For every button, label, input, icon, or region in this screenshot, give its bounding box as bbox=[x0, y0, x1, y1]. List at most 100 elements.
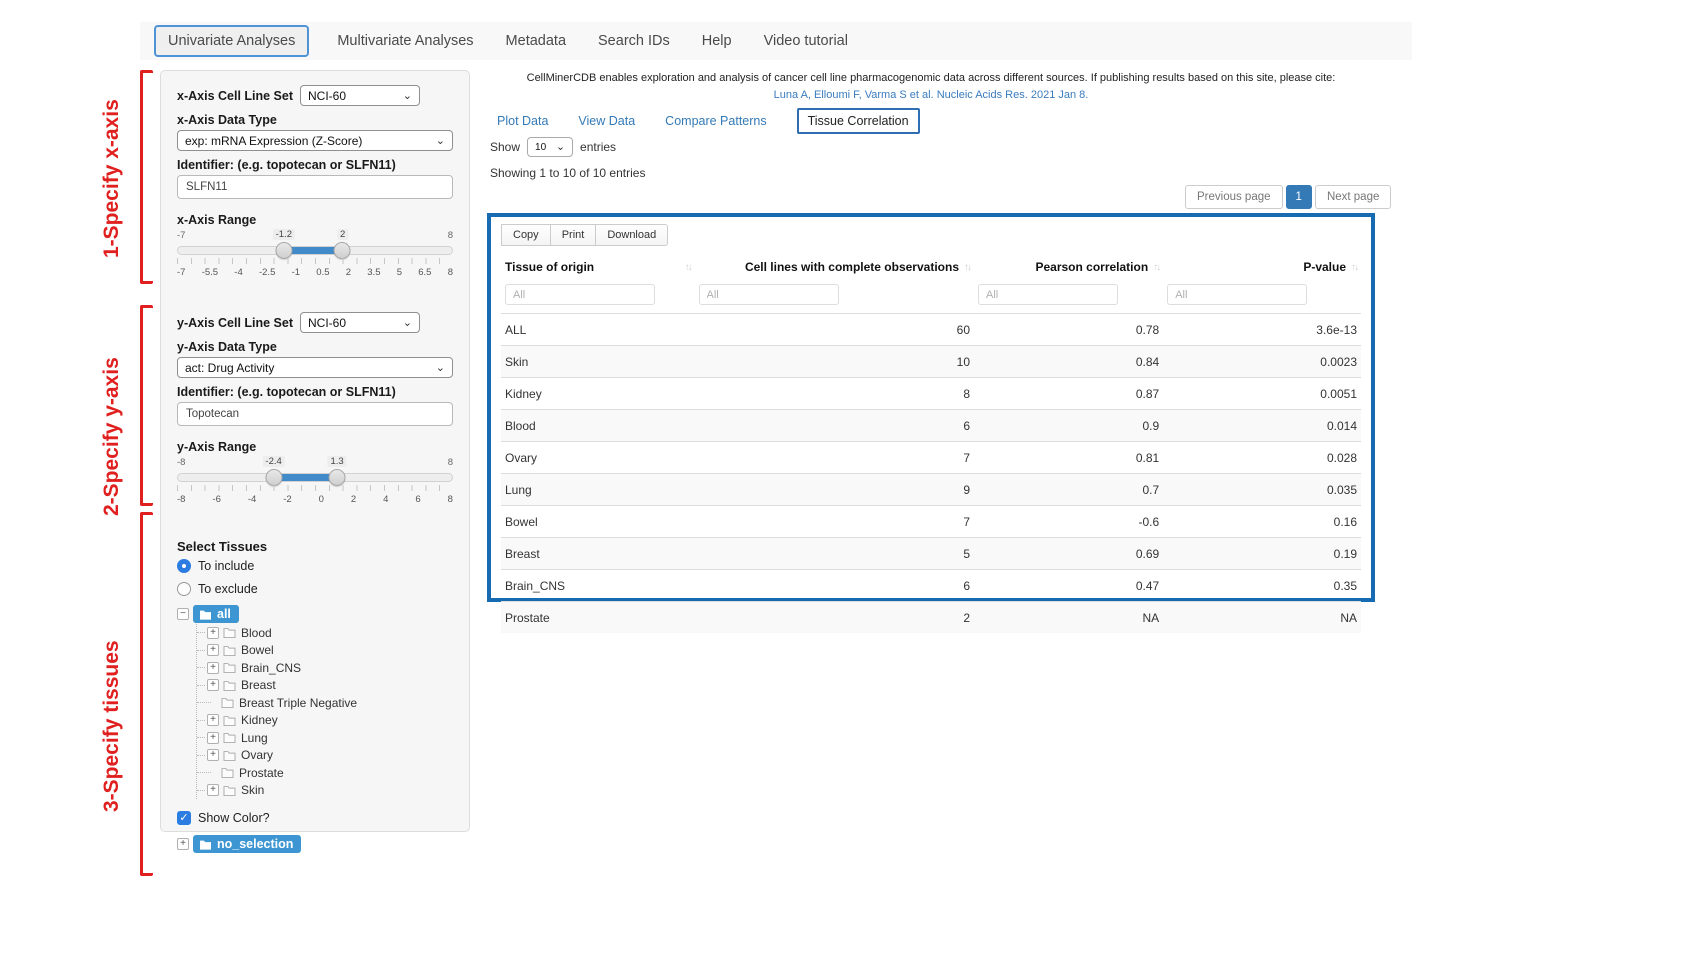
tick-label: 5 bbox=[397, 267, 402, 278]
x-range-slider[interactable]: -7 8 -1.2 2 -7-5.5-4-2.5-10.523.556.58 bbox=[177, 230, 453, 286]
expand-icon[interactable]: + bbox=[207, 644, 219, 656]
table-row[interactable]: Skin 10 0.84 0.0023 bbox=[501, 346, 1361, 378]
tree-node-tissue[interactable]: + Bowel bbox=[197, 642, 453, 660]
folder-icon bbox=[223, 732, 236, 743]
expand-icon[interactable]: + bbox=[207, 749, 219, 761]
expand-icon[interactable]: + bbox=[207, 732, 219, 744]
citation-link[interactable]: Luna A, Elloumi F, Varma S et al. Nuclei… bbox=[487, 89, 1375, 101]
collapse-icon[interactable]: − bbox=[177, 608, 189, 620]
table-row[interactable]: Lung 9 0.7 0.035 bbox=[501, 474, 1361, 506]
tree-node-tissue[interactable]: + Kidney bbox=[197, 712, 453, 730]
to-exclude-radio[interactable] bbox=[177, 582, 191, 596]
x-range-label: x-Axis Range bbox=[177, 213, 453, 227]
expand-icon[interactable]: + bbox=[207, 714, 219, 726]
tree-node-tissue[interactable]: + Brain_CNS bbox=[197, 659, 453, 677]
tree-node-no-selection[interactable]: no_selection bbox=[193, 835, 301, 853]
expand-icon[interactable]: + bbox=[207, 627, 219, 639]
table-row[interactable]: Ovary 7 0.81 0.028 bbox=[501, 442, 1361, 474]
nav-tab[interactable]: Search IDs bbox=[594, 27, 674, 55]
analysis-tab[interactable]: Plot Data bbox=[497, 114, 548, 128]
expand-icon[interactable]: + bbox=[207, 679, 219, 691]
x-range-max-label: 8 bbox=[448, 230, 453, 241]
x-range-to-handle[interactable] bbox=[334, 242, 351, 259]
page-size-select[interactable]: 10 ⌄ bbox=[527, 137, 573, 157]
expand-icon[interactable]: + bbox=[177, 838, 189, 850]
tree-node-all[interactable]: all bbox=[193, 605, 239, 623]
nav-tab[interactable]: Multivariate Analyses bbox=[333, 27, 477, 55]
export-button[interactable]: Print bbox=[550, 224, 597, 246]
sort-icon[interactable] bbox=[1351, 262, 1357, 273]
y-range-from-handle[interactable] bbox=[265, 469, 282, 486]
x-identifier-input[interactable] bbox=[177, 175, 453, 199]
table-row[interactable]: Breast 5 0.69 0.19 bbox=[501, 538, 1361, 570]
nav-tab[interactable]: Univariate Analyses bbox=[154, 25, 309, 57]
tree-node-tissue[interactable]: + Blood bbox=[197, 624, 453, 642]
y-cell-line-set-select[interactable]: NCI-60 ⌄ bbox=[300, 312, 420, 333]
tree-node-tissue[interactable]: + Lung bbox=[197, 729, 453, 747]
filter-pvalue-input[interactable] bbox=[1167, 284, 1307, 305]
tree-node-tissue[interactable]: + Ovary bbox=[197, 747, 453, 765]
filter-tissue-input[interactable] bbox=[505, 284, 655, 305]
x-data-type-select[interactable]: exp: mRNA Expression (Z-Score) ⌄ bbox=[177, 130, 453, 151]
x-range-from-handle[interactable] bbox=[276, 242, 293, 259]
tree-node-tissue[interactable]: + Skin bbox=[197, 782, 453, 800]
show-color-checkbox[interactable] bbox=[177, 811, 191, 825]
y-range-track[interactable] bbox=[177, 473, 453, 482]
folder-icon bbox=[223, 645, 236, 656]
expand-icon[interactable]: + bbox=[207, 662, 219, 674]
column-header-cell-lines[interactable]: Cell lines with complete observations bbox=[745, 260, 959, 274]
show-color-label: Show Color? bbox=[198, 811, 270, 825]
filter-pearson-input[interactable] bbox=[978, 284, 1118, 305]
to-include-radio[interactable] bbox=[177, 559, 191, 573]
next-page-button[interactable]: Next page bbox=[1315, 185, 1391, 209]
cell-pearson: NA bbox=[974, 602, 1163, 634]
analysis-tab[interactable]: Compare Patterns bbox=[665, 114, 766, 128]
column-header-tissue[interactable]: Tissue of origin bbox=[505, 260, 594, 274]
analysis-tab[interactable]: View Data bbox=[578, 114, 635, 128]
cell-pvalue: 0.0023 bbox=[1163, 346, 1361, 378]
y-range-slider[interactable]: -8 8 -2.4 1.3 -8-6-4-202468 bbox=[177, 457, 453, 513]
expand-icon[interactable]: + bbox=[207, 784, 219, 796]
table-row[interactable]: Blood 6 0.9 0.014 bbox=[501, 410, 1361, 442]
table-row[interactable]: Brain_CNS 6 0.47 0.35 bbox=[501, 570, 1361, 602]
table-row[interactable]: Prostate 2 NA NA bbox=[501, 602, 1361, 634]
nav-tab[interactable]: Help bbox=[698, 27, 736, 55]
to-exclude-label: To exclude bbox=[198, 582, 258, 596]
y-identifier-label: Identifier: (e.g. topotecan or SLFN11) bbox=[177, 385, 453, 399]
x-range-ticks bbox=[177, 258, 453, 264]
page-1-button[interactable]: 1 bbox=[1286, 185, 1312, 209]
tree-node-tissue[interactable]: + Prostate bbox=[197, 764, 453, 782]
y-identifier-input[interactable] bbox=[177, 402, 453, 426]
sort-icon[interactable] bbox=[1153, 262, 1159, 273]
analysis-tabs: Plot Data View Data Compare Patterns Tis… bbox=[497, 108, 920, 134]
table-row[interactable]: Bowel 7 -0.6 0.16 bbox=[501, 506, 1361, 538]
tree-node-tissue[interactable]: + Breast Triple Negative bbox=[197, 694, 453, 712]
annotation-step2-label: 2-Specify y-axis bbox=[100, 357, 124, 516]
table-row[interactable]: Kidney 8 0.87 0.0051 bbox=[501, 378, 1361, 410]
x-data-type-label: x-Axis Data Type bbox=[177, 113, 453, 127]
export-button[interactable]: Download bbox=[595, 224, 668, 246]
column-header-pearson[interactable]: Pearson correlation bbox=[1035, 260, 1148, 274]
filter-cell-lines-input[interactable] bbox=[699, 284, 839, 305]
tree-node-label: Breast Triple Negative bbox=[239, 696, 357, 710]
y-data-type-select[interactable]: act: Drug Activity ⌄ bbox=[177, 357, 453, 378]
pagination: Previous page 1 Next page bbox=[1185, 185, 1391, 209]
y-range-to-handle[interactable] bbox=[328, 469, 345, 486]
tree-node-tissue[interactable]: + Breast bbox=[197, 677, 453, 695]
table-row[interactable]: ALL 60 0.78 3.6e-13 bbox=[501, 314, 1361, 346]
nav-tab[interactable]: Metadata bbox=[502, 27, 570, 55]
y-range-to-value: 1.3 bbox=[327, 456, 346, 467]
sort-icon[interactable] bbox=[685, 262, 691, 273]
sort-icon[interactable] bbox=[964, 262, 970, 273]
x-range-min-label: -7 bbox=[177, 230, 185, 241]
export-button[interactable]: Copy bbox=[501, 224, 551, 246]
nav-tab[interactable]: Video tutorial bbox=[760, 27, 852, 55]
analysis-tab[interactable]: Tissue Correlation bbox=[797, 108, 920, 134]
cell-pearson: 0.9 bbox=[974, 410, 1163, 442]
previous-page-button[interactable]: Previous page bbox=[1185, 185, 1283, 209]
column-header-pvalue[interactable]: P-value bbox=[1303, 260, 1346, 274]
x-range-track[interactable] bbox=[177, 246, 453, 255]
tick-label: -4 bbox=[248, 494, 256, 505]
tree-node-label: Breast bbox=[241, 678, 276, 692]
x-cell-line-set-select[interactable]: NCI-60 ⌄ bbox=[300, 85, 420, 106]
